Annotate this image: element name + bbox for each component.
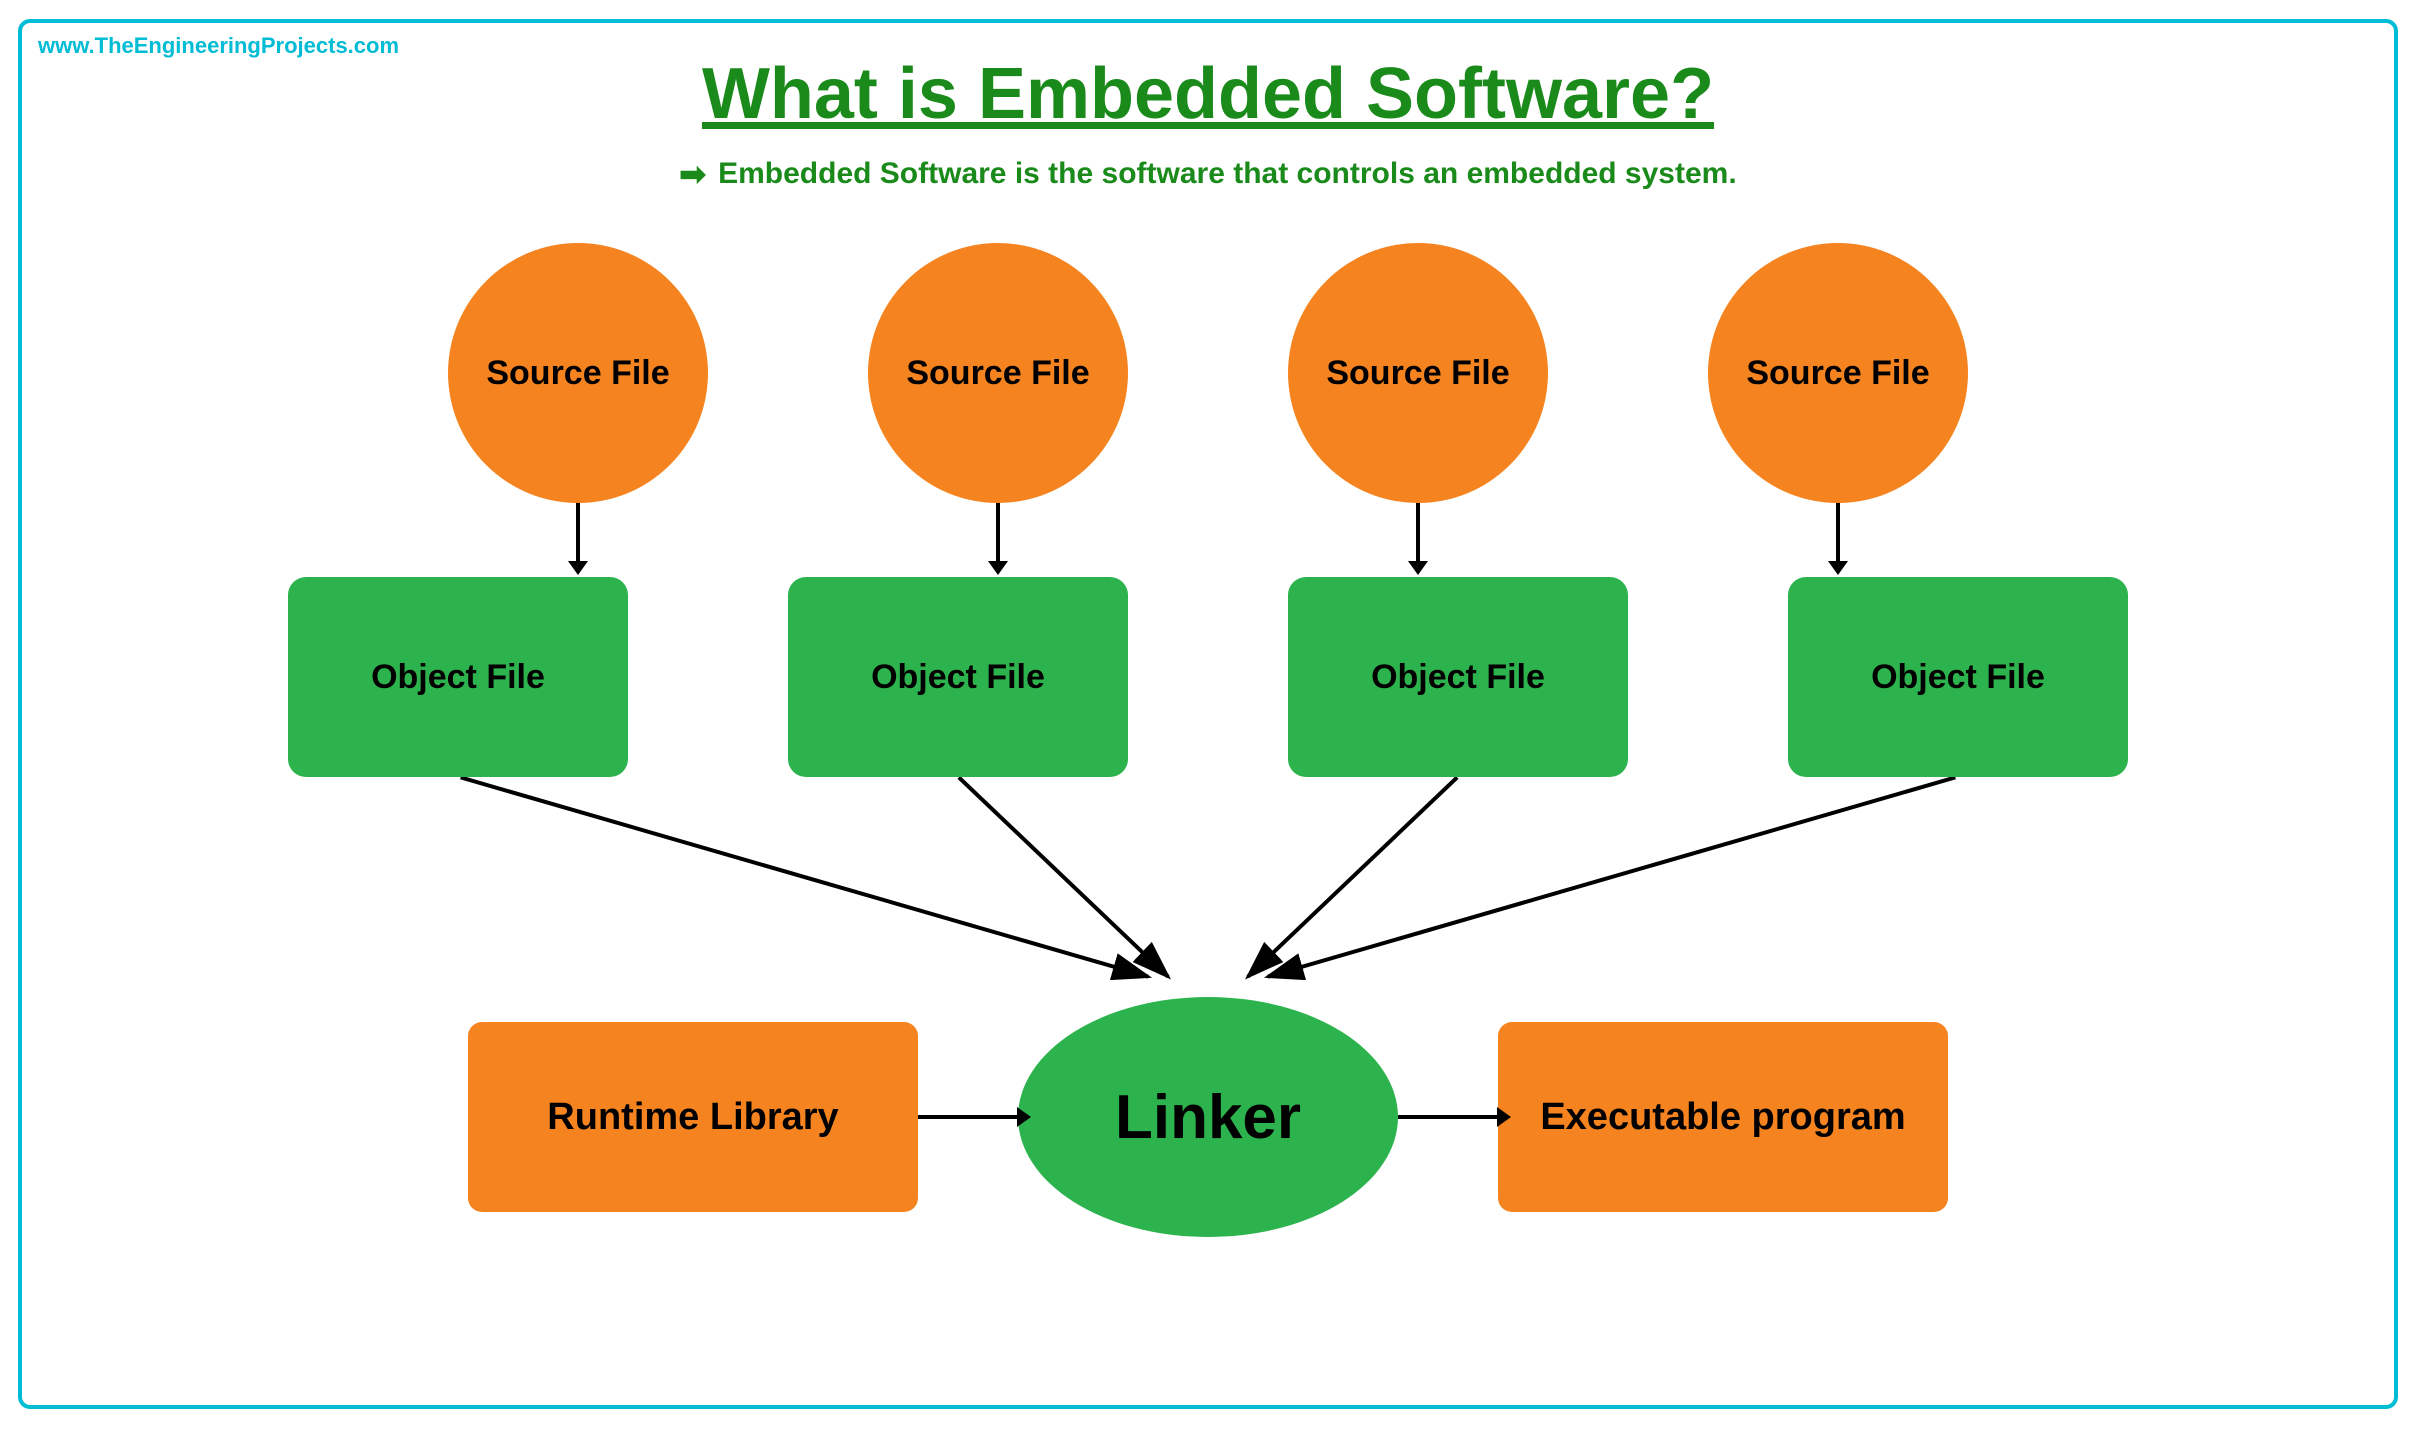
- source-circle-3: Source File: [1288, 243, 1548, 503]
- converging-arrows-svg: [52, 777, 2364, 997]
- linker-label: Linker: [1115, 1082, 1301, 1153]
- arrow-col-3: [1288, 503, 1548, 563]
- down-arrows-row: [52, 503, 2364, 563]
- linker-ellipse: Linker: [1018, 997, 1398, 1237]
- arrow-down-1: [576, 503, 580, 563]
- object-label-1: Object File: [371, 657, 545, 698]
- subtitle-arrow-icon: ➡: [679, 155, 706, 193]
- object-label-3: Object File: [1371, 657, 1545, 698]
- source-label-2: Source File: [906, 353, 1089, 394]
- source-circle-2: Source File: [868, 243, 1128, 503]
- object-box-4: Object File: [1788, 577, 2128, 777]
- main-container: www.TheEngineeringProjects.com What is E…: [18, 19, 2398, 1409]
- arrow-down-2: [996, 503, 1000, 563]
- runtime-to-linker-arrow: [918, 1115, 1018, 1119]
- subtitle-text: Embedded Software is the software that c…: [718, 157, 1737, 191]
- diagram: Source File Source File Source File Sour…: [52, 243, 2364, 1237]
- watermark: www.TheEngineeringProjects.com: [38, 33, 399, 59]
- object-file-row: Object File Object File Object File Obje…: [52, 577, 2364, 777]
- source-label-1: Source File: [486, 353, 669, 394]
- object-box-3: Object File: [1288, 577, 1628, 777]
- page-title: What is Embedded Software?: [52, 53, 2364, 135]
- arrow-down-3: [1416, 503, 1420, 563]
- runtime-library-box: Runtime Library: [468, 1022, 918, 1212]
- runtime-label: Runtime Library: [547, 1096, 838, 1139]
- object-label-4: Object File: [1871, 657, 2045, 698]
- arrow-down-4: [1836, 503, 1840, 563]
- object-box-2: Object File: [788, 577, 1128, 777]
- source-label-3: Source File: [1326, 353, 1509, 394]
- object-box-1: Object File: [288, 577, 628, 777]
- source-file-row: Source File Source File Source File Sour…: [52, 243, 2364, 503]
- executable-label: Executable program: [1540, 1096, 1905, 1139]
- source-circle-4: Source File: [1708, 243, 1968, 503]
- arrow-col-1: [448, 503, 708, 563]
- bottom-row: Runtime Library Linker Executable progra…: [52, 997, 2364, 1237]
- object-label-2: Object File: [871, 657, 1045, 698]
- arrow-col-4: [1708, 503, 1968, 563]
- subtitle: ➡ Embedded Software is the software that…: [52, 155, 2364, 193]
- arrow-col-2: [868, 503, 1128, 563]
- linker-to-executable-arrow: [1398, 1115, 1498, 1119]
- source-circle-1: Source File: [448, 243, 708, 503]
- source-label-4: Source File: [1746, 353, 1929, 394]
- executable-box: Executable program: [1498, 1022, 1948, 1212]
